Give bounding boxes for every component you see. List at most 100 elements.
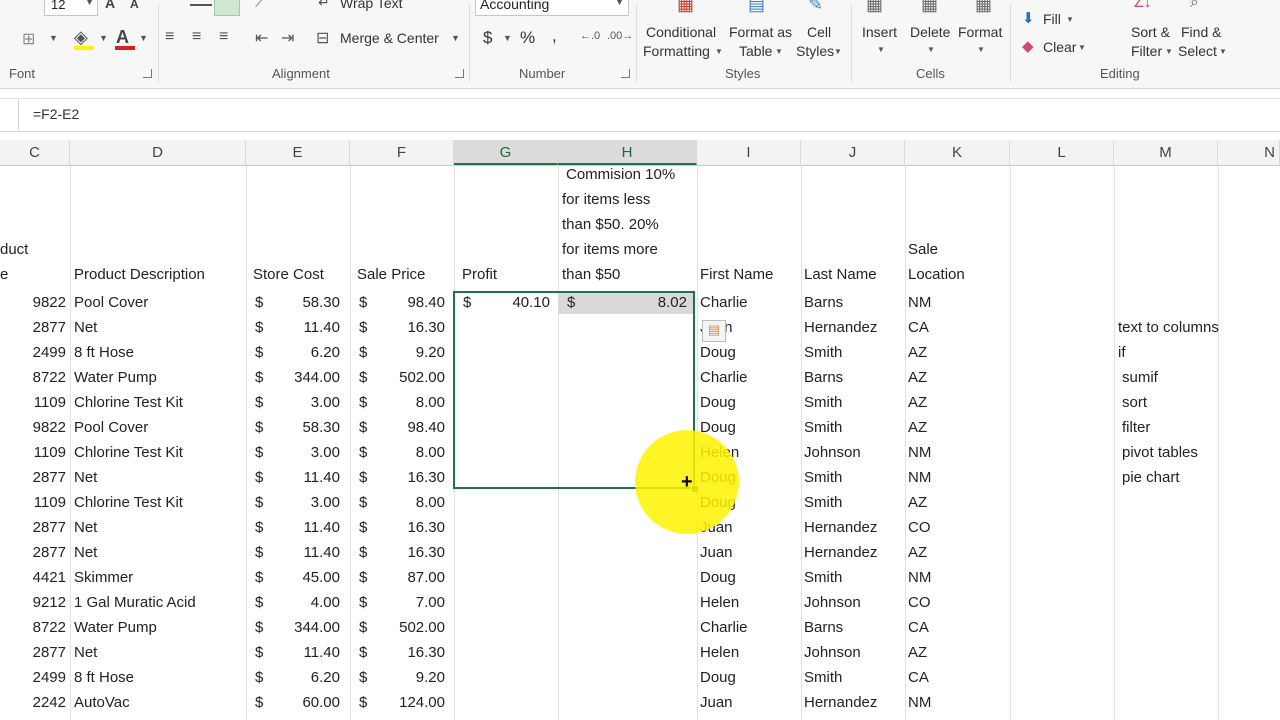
cell-f[interactable]: 98.40 bbox=[364, 415, 445, 440]
cell-k[interactable]: CO bbox=[908, 590, 931, 615]
cell-d[interactable]: Water Pump bbox=[74, 365, 157, 390]
cell-styles-button-line2[interactable]: Styles bbox=[796, 43, 834, 59]
align-middle-icon[interactable] bbox=[190, 0, 212, 12]
alignment-dialog-launcher[interactable] bbox=[455, 69, 464, 78]
align-left-icon[interactable]: ≡ bbox=[165, 28, 174, 46]
cell-i[interactable]: Charlie bbox=[700, 615, 748, 640]
increase-indent-icon[interactable]: ⇥ bbox=[281, 28, 294, 48]
cell-c[interactable]: 2877 bbox=[0, 465, 66, 490]
cell-styles-button[interactable]: Cell bbox=[807, 24, 831, 40]
comma-style-button[interactable]: , bbox=[552, 26, 557, 46]
cell-f[interactable]: 16.30 bbox=[364, 540, 445, 565]
column-header-l[interactable]: L bbox=[1010, 140, 1114, 165]
column-header-k[interactable]: K bbox=[905, 140, 1010, 165]
clear-button[interactable]: Clear bbox=[1043, 39, 1076, 55]
cell-k[interactable]: NM bbox=[908, 440, 931, 465]
cell-d[interactable]: Net bbox=[74, 540, 97, 565]
delete-button[interactable]: Delete bbox=[910, 24, 950, 40]
cell-d[interactable]: Net bbox=[74, 465, 97, 490]
cell-f[interactable]: 502.00 bbox=[364, 365, 445, 390]
chevron-down-icon[interactable]: ▼ bbox=[49, 33, 58, 43]
chevron-down-icon[interactable]: ▼ bbox=[99, 33, 108, 43]
cell-k[interactable]: AZ bbox=[908, 340, 927, 365]
note-filter[interactable]: filter bbox=[1122, 415, 1150, 440]
cell-f[interactable]: 16.30 bbox=[364, 640, 445, 665]
cell-f[interactable]: 98.40 bbox=[364, 290, 445, 315]
decrease-decimal-icon[interactable]: .00→ bbox=[607, 30, 633, 42]
chevron-down-icon[interactable]: ▼ bbox=[1165, 47, 1173, 56]
shrink-font-icon[interactable]: A bbox=[130, 0, 139, 11]
column-header-j[interactable]: J bbox=[801, 140, 905, 165]
cell-k[interactable]: NM bbox=[908, 290, 931, 315]
cell-c[interactable]: 9822 bbox=[0, 415, 66, 440]
header-cell-c-line1[interactable]: duct bbox=[0, 241, 28, 258]
chevron-down-icon[interactable]: ▼ bbox=[451, 33, 460, 43]
cell-i[interactable]: Doug bbox=[700, 565, 736, 590]
cell-j[interactable]: Smith bbox=[804, 390, 842, 415]
header-cell-commission-line1[interactable]: Commision 10% bbox=[566, 166, 675, 183]
header-cell-sale-price[interactable]: Sale Price bbox=[357, 266, 425, 283]
chevron-down-icon[interactable]: ▼ bbox=[1219, 47, 1227, 56]
number-format-select[interactable]: Accounting ▼ bbox=[475, 0, 629, 16]
cell-i[interactable]: Charlie bbox=[700, 365, 748, 390]
merge-center-button[interactable]: Merge & Center bbox=[340, 30, 439, 46]
cell-k[interactable]: CA bbox=[908, 665, 929, 690]
note-if[interactable]: if bbox=[1118, 340, 1126, 365]
cell-c[interactable]: 8722 bbox=[0, 365, 66, 390]
cell-j[interactable]: Smith bbox=[804, 665, 842, 690]
cell-c[interactable]: 2877 bbox=[0, 515, 66, 540]
column-header-h[interactable]: H bbox=[558, 140, 697, 165]
cell-j[interactable]: Barns bbox=[804, 615, 843, 640]
cell-c[interactable]: 1109 bbox=[0, 440, 66, 465]
cell-c[interactable]: 2877 bbox=[0, 315, 66, 340]
cell-d[interactable]: 1 Gal Muratic Acid bbox=[74, 590, 196, 615]
cell-f[interactable]: 124.00 bbox=[364, 690, 445, 715]
cell-c[interactable]: 2877 bbox=[0, 540, 66, 565]
header-cell-product-description[interactable]: Product Description bbox=[74, 266, 205, 283]
cell-e[interactable]: 4.00 bbox=[260, 590, 340, 615]
cell-d[interactable]: Skimmer bbox=[74, 565, 133, 590]
cell-d[interactable]: Net bbox=[74, 515, 97, 540]
name-box[interactable] bbox=[0, 99, 19, 130]
cell-j[interactable]: Hernandez bbox=[804, 540, 877, 565]
find-select-button-line2[interactable]: Select bbox=[1178, 43, 1217, 59]
cell-d[interactable]: AutoVac bbox=[74, 690, 130, 715]
header-cell-commission-line3[interactable]: than $50. 20% bbox=[562, 216, 659, 233]
cell-e[interactable]: 6.20 bbox=[260, 340, 340, 365]
wrap-text-button[interactable]: Wrap Text bbox=[340, 0, 403, 11]
formula-input[interactable]: =F2-E2 bbox=[33, 106, 79, 122]
cell-e[interactable]: 60.00 bbox=[260, 690, 340, 715]
cell-j[interactable]: Barns bbox=[804, 365, 843, 390]
accounting-format-button[interactable]: $ bbox=[483, 28, 492, 48]
chevron-down-icon[interactable]: ▼ bbox=[927, 45, 935, 54]
cell-c[interactable]: 2499 bbox=[0, 665, 66, 690]
cell-f[interactable]: 9.20 bbox=[364, 665, 445, 690]
cell-f[interactable]: 8.00 bbox=[364, 490, 445, 515]
format-as-table-button[interactable]: Format as bbox=[729, 24, 792, 40]
cell-k[interactable]: NM bbox=[908, 565, 931, 590]
cell-e[interactable]: 45.00 bbox=[260, 565, 340, 590]
cell-d[interactable]: Chlorine Test Kit bbox=[74, 490, 183, 515]
column-header-i[interactable]: I bbox=[697, 140, 801, 165]
note-text-to-columns[interactable]: text to columns bbox=[1118, 315, 1219, 340]
conditional-formatting-button[interactable]: Conditional bbox=[646, 24, 716, 40]
cell-e[interactable]: 344.00 bbox=[260, 615, 340, 640]
font-size-select[interactable]: 12 ▼ bbox=[44, 0, 98, 16]
note-sumif[interactable]: sumif bbox=[1122, 365, 1158, 390]
chevron-down-icon[interactable]: ▼ bbox=[139, 33, 148, 43]
note-sort[interactable]: sort bbox=[1122, 390, 1147, 415]
cell-j[interactable]: Smith bbox=[804, 415, 842, 440]
cell-j[interactable]: Johnson bbox=[804, 440, 861, 465]
cell-k[interactable]: AZ bbox=[908, 390, 927, 415]
header-cell-commission-line2[interactable]: for items less bbox=[562, 191, 650, 208]
increase-decimal-icon[interactable]: ←.0 bbox=[580, 30, 600, 42]
wrap-align-active-icon[interactable] bbox=[214, 0, 240, 16]
chevron-down-icon[interactable]: ▼ bbox=[715, 47, 723, 56]
align-center-icon[interactable]: ≡ bbox=[192, 28, 201, 46]
cell-j[interactable]: Hernandez bbox=[804, 515, 877, 540]
cell-e[interactable]: 11.40 bbox=[260, 640, 340, 665]
cell-j[interactable]: Barns bbox=[804, 290, 843, 315]
cell-d[interactable]: Pool Cover bbox=[74, 415, 148, 440]
cell-e[interactable]: 6.20 bbox=[260, 665, 340, 690]
decrease-indent-icon[interactable]: ⇤ bbox=[255, 28, 268, 48]
